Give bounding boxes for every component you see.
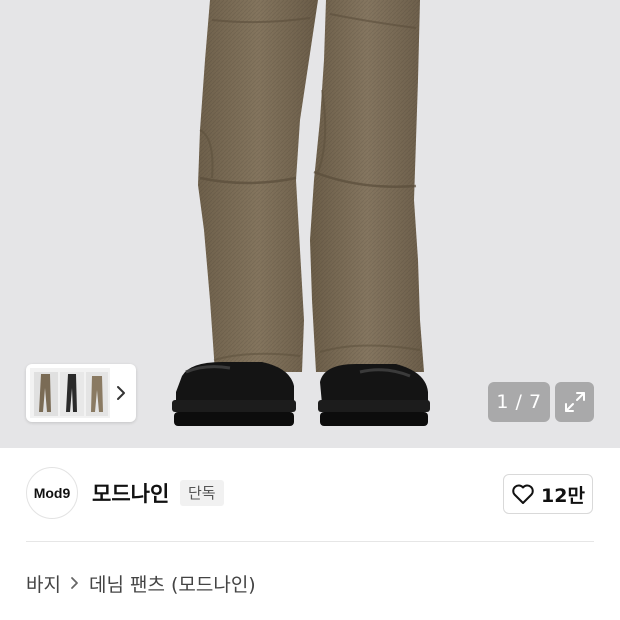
like-count: 12만 [541,484,585,507]
brand-row: Mod9 모드나인 단독 12만 [0,448,620,540]
divider [26,541,594,542]
breadcrumb: 바지 데님 팬츠 (모드나인) [26,569,256,597]
brand-logo[interactable]: Mod9 [26,467,78,519]
heart-outline-icon [512,484,534,504]
breadcrumb-item-denim-pants[interactable]: 데님 팬츠 (모드나인) [89,570,256,597]
exclusive-badge: 단독 [180,480,224,506]
chevron-right-icon [69,575,81,591]
image-counter: 1 / 7 [488,382,550,422]
chevron-right-icon [117,386,125,400]
brand-name[interactable]: 모드나인 [92,478,169,508]
thumbnail-images [30,368,110,418]
like-button[interactable]: 12만 [503,474,593,514]
product-image[interactable]: 1 / 7 [0,0,620,448]
expand-button[interactable] [555,382,594,422]
thumbnail-strip[interactable] [26,364,136,422]
breadcrumb-item-pants[interactable]: 바지 [26,570,61,597]
expand-arrows-icon [564,392,585,412]
